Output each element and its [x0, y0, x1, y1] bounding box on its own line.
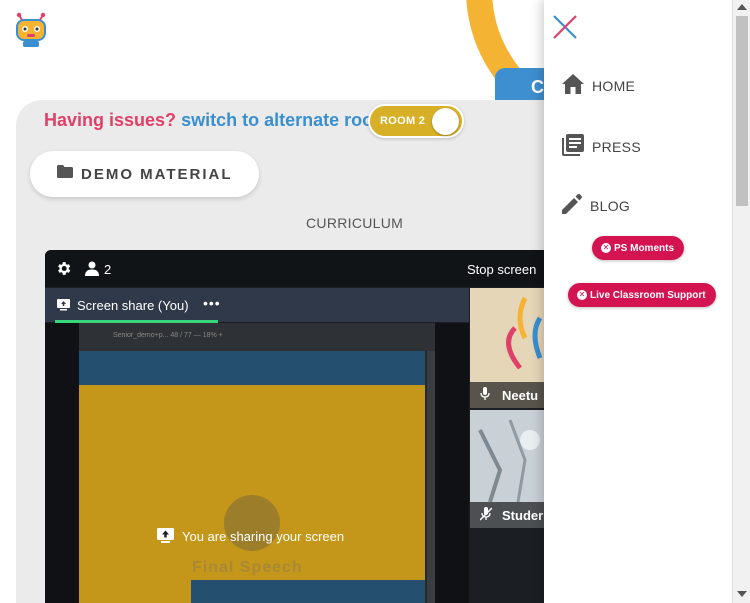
screen-share-tab[interactable]: Screen share (You) •••	[45, 288, 469, 322]
screen-share-view: Senior_demo+p... 48 / 77 — 18% + Final S…	[45, 323, 469, 603]
menu-item-blog[interactable]: BLOG	[562, 193, 631, 217]
room-toggle-label: ROOM 2	[380, 115, 426, 127]
sharing-message-text: You are sharing your screen	[182, 529, 345, 544]
scroll-up-icon[interactable]	[737, 4, 747, 10]
slide-title: Final Speech	[192, 559, 303, 576]
participant-name: Neetu	[502, 388, 539, 403]
participant-count: 2	[104, 262, 112, 277]
curriculum-label: CURRICULUM	[306, 215, 404, 231]
issues-question: Having issues?	[44, 110, 177, 130]
close-circle-icon: ✕	[577, 290, 587, 300]
close-icon[interactable]	[552, 14, 578, 45]
menu-item-home[interactable]: HOME	[562, 74, 635, 97]
screen-share-icon	[157, 528, 174, 546]
side-menu: HOME PRESS BLOG ✕ PS Moments ✕ Live Clas…	[544, 0, 732, 603]
participant-name-bar: Studer	[470, 502, 545, 528]
press-icon	[562, 134, 584, 159]
sharing-message: You are sharing your screen	[157, 528, 344, 546]
blue-tab-label: C	[531, 77, 544, 97]
folder-icon	[57, 165, 73, 183]
people-icon[interactable]	[85, 261, 99, 281]
meeting-frame: 2 Stop screen Screen share (You) ••• Sen…	[45, 250, 545, 603]
home-icon	[562, 74, 584, 97]
document-toolbar-text: Senior_demo+p... 48 / 77 — 18% +	[113, 332, 223, 339]
slide-top-band	[79, 351, 425, 385]
slide-bottom-band	[79, 580, 425, 603]
live-classroom-support-pill[interactable]: ✕ Live Classroom Support	[568, 283, 716, 307]
page: C Having issues? switch to alternate roo…	[0, 0, 750, 603]
pill-label: Live Classroom Support	[590, 289, 706, 301]
slide-body: Final Speech	[79, 385, 425, 580]
room-toggle-knob[interactable]	[432, 108, 459, 135]
participant-tile[interactable]: Neetu	[470, 288, 545, 408]
pencil-icon	[562, 193, 582, 217]
mic-off-icon	[479, 507, 493, 524]
screen-share-tab-label: Screen share (You)	[77, 298, 189, 313]
room-toggle[interactable]: ROOM 2	[368, 104, 464, 138]
menu-item-label: HOME	[592, 77, 636, 94]
demo-material-label: DEMO MATERIAL	[81, 165, 233, 183]
scroll-thumb[interactable]	[736, 16, 748, 206]
menu-item-label: PRESS	[592, 138, 641, 155]
participant-video	[470, 410, 545, 503]
participant-name-bar: Neetu	[470, 382, 545, 408]
scroll-down-icon[interactable]	[737, 591, 747, 597]
document-scrollbar[interactable]	[427, 351, 435, 603]
meeting-toolbar: 2 Stop screen	[45, 250, 545, 287]
participant-video	[506, 296, 543, 370]
menu-item-press[interactable]: PRESS	[562, 134, 641, 159]
screen-share-icon	[57, 298, 70, 316]
close-circle-icon: ✕	[601, 243, 611, 253]
participant-name: Studer	[502, 508, 544, 523]
gear-icon[interactable]	[55, 260, 72, 282]
shared-document: Senior_demo+p... 48 / 77 — 18% + Final S…	[79, 323, 435, 603]
pill-label: PS Moments	[614, 242, 675, 254]
mic-on-icon	[480, 387, 490, 404]
menu-item-label: BLOG	[590, 197, 631, 214]
more-options-icon[interactable]: •••	[203, 295, 221, 311]
issues-line: Having issues? switch to alternate room	[44, 110, 389, 131]
document-toolbar: Senior_demo+p... 48 / 77 — 18% +	[79, 323, 435, 351]
robot-logo-icon[interactable]	[12, 12, 50, 50]
stop-screen-button[interactable]: Stop screen	[467, 262, 536, 277]
participant-tile[interactable]: Studer	[470, 410, 545, 528]
demo-material-button[interactable]: DEMO MATERIAL	[30, 151, 259, 197]
page-scrollbar[interactable]	[732, 0, 750, 603]
ps-moments-pill[interactable]: ✕ PS Moments	[592, 236, 685, 260]
switch-room-link[interactable]: switch to alternate room	[181, 110, 389, 130]
